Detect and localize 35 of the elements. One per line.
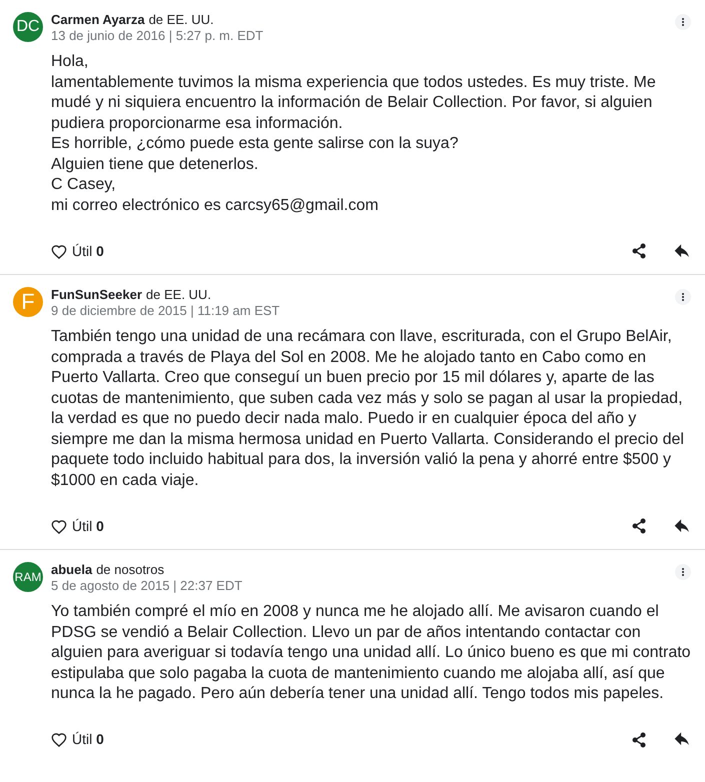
reply-icon[interactable]	[674, 732, 691, 747]
author-name[interactable]: abuela	[51, 562, 92, 578]
avatar: F	[13, 287, 43, 317]
review-date: 9 de diciembre de 2015 | 11:19 am EST	[51, 303, 281, 319]
helpful-button[interactable]: Útil 0	[51, 729, 104, 750]
author-name[interactable]: FunSunSeeker	[51, 287, 142, 303]
avatar: DC	[13, 12, 43, 42]
review-text: mi correo electrónico es carcsy65@gmail.com	[51, 196, 380, 216]
heart-icon	[51, 518, 67, 534]
helpful-button[interactable]: Útil 0	[51, 516, 104, 536]
heart-icon	[51, 732, 67, 747]
review-text: C Casey,	[51, 175, 117, 195]
share-icon[interactable]	[632, 732, 646, 748]
more-options-icon[interactable]	[675, 564, 691, 580]
helpful-button[interactable]: Útil 0	[51, 240, 104, 262]
share-icon[interactable]	[632, 243, 646, 259]
avatar: RAM	[13, 562, 43, 592]
reply-icon[interactable]	[674, 518, 691, 534]
review-text: lamentablemente tuvimos la misma experiencia que todos ustedes. Es muy triste. Me mudé y ni siquiera encuentro la información de Belair Collection. Por favor, si alguien pudiera proporcionarme esa información.	[51, 72, 657, 134]
author-name[interactable]: Carmen Ayarza	[51, 12, 145, 28]
review-text: Yo también compré el mío en 2008 y nunca me he alojado allí. Me avisaron cuando el PDSG se vendió a Belair Collection. Llevo un par de años intentando contactar con alguien para averiguar si todavía tengo una unidad allí. Lo único bueno es que mi contrato estipulaba que solo pagaba la cuota de mantenimiento cuando me alojaba allí, así que nunca la he pagado. Pero aún debería tener una unidad allí. Tengo todos mis papeles.	[51, 602, 691, 704]
more-options-icon[interactable]	[675, 289, 691, 305]
author-location: de EE. UU.	[146, 287, 212, 303]
review-text: Hola,	[51, 52, 90, 72]
reply-icon[interactable]	[674, 244, 691, 258]
review-text: Alguien tiene que detenerlos.	[51, 154, 260, 174]
author-location: de EE. UU.	[148, 12, 214, 28]
author-location: de nosotros	[96, 562, 164, 578]
share-icon[interactable]	[632, 518, 646, 534]
review-text: También tengo una unidad de una recámara con llave, escriturada, con el Grupo BelAir, comprada a través de Playa del Sol en 2008. Me he alojado tanto en Cabo como en Puerto Vallarta. Creo que conseguí un buen precio por 15 mil dólares y, aparte de las cuotas de mantenimiento, que suben cada vez más y solo se pagan al usar la propiedad, la verdad es que no puedo decir nada malo. Puedo ir en cualquier época del año y siempre me dan la misma hermosa unidad en Puerto Vallarta. Considerando el precio del paquete todo incluido habitual para dos, la inversión valió la pena y ahorré entre $500 y $1000 en cada viaje.	[51, 327, 685, 490]
more-options-icon[interactable]	[675, 14, 691, 30]
review-date: 5 de agosto de 2015 | 22:37 EDT	[51, 578, 244, 594]
heart-icon	[51, 244, 67, 258]
review-date: 13 de junio de 2016 | 5:27 p. m. EDT	[51, 28, 264, 44]
review-text: Es horrible, ¿cómo puede esta gente salirse con la suya?	[51, 134, 460, 154]
